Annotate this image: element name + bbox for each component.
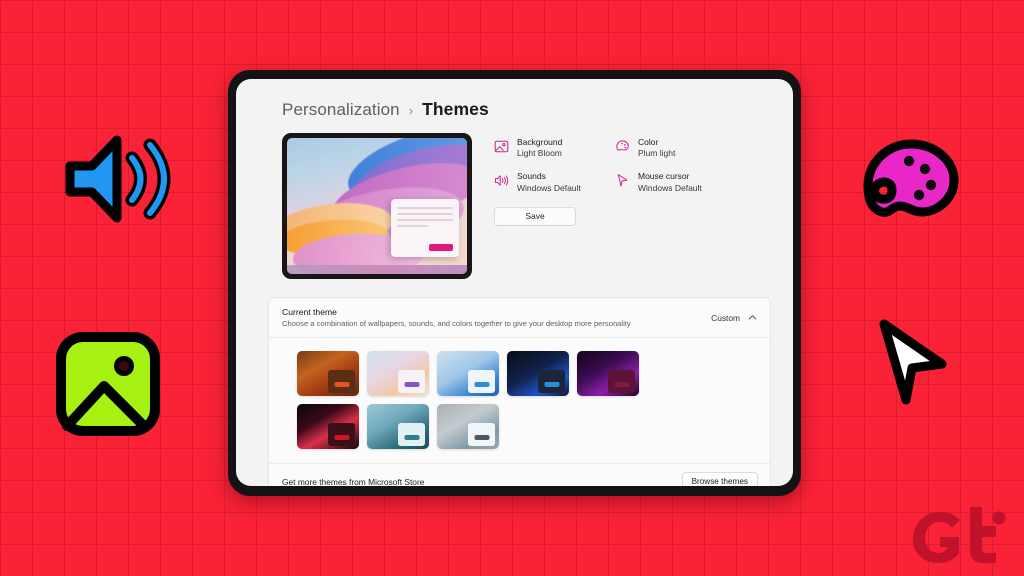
theme-selector-dropdown[interactable]: Custom — [711, 312, 758, 323]
property-value: Plum light — [638, 148, 676, 159]
speaker-icon — [495, 175, 509, 187]
preview-mock-window — [391, 199, 459, 257]
theme-thumb-captured[interactable] — [367, 404, 429, 449]
property-color[interactable]: Color Plum light — [615, 137, 730, 159]
thumbnail-mock-window — [398, 370, 425, 393]
card-subtitle: Choose a combination of wallpapers, soun… — [282, 319, 631, 328]
image-icon — [494, 140, 509, 153]
device-screen: Personalization › Themes Background Ligh… — [236, 79, 793, 486]
chevron-up-icon — [748, 315, 757, 320]
property-sounds[interactable]: Sounds Windows Default — [494, 171, 609, 193]
theme-thumb-autumn[interactable] — [297, 351, 359, 396]
property-title: Color — [638, 137, 659, 147]
current-theme-footer: Get more themes from Microsoft Store Bro… — [269, 463, 770, 486]
property-value: Windows Default — [517, 182, 581, 193]
theme-thumb-glow[interactable] — [577, 351, 639, 396]
theme-thumb-light-bloom[interactable] — [367, 351, 429, 396]
device-frame: Personalization › Themes Background Ligh… — [228, 70, 801, 496]
thumbnail-accent-pill — [334, 435, 349, 440]
thumbnail-mock-window — [468, 423, 495, 446]
speaker-icon — [65, 135, 171, 223]
thumbnail-mock-window — [328, 370, 355, 393]
cursor-icon — [617, 174, 628, 188]
property-title: Mouse cursor — [638, 171, 690, 182]
property-background[interactable]: Background Light Bloom — [494, 137, 609, 159]
theme-preview-monitor — [282, 133, 472, 279]
thumbnail-accent-pill — [544, 382, 559, 387]
save-button[interactable]: Save — [494, 206, 576, 226]
theme-summary-section: Background Light Bloom Color Plum light … — [282, 133, 771, 279]
property-mouse-cursor[interactable]: Mouse cursor Windows Default — [615, 171, 730, 193]
property-title: Sounds — [517, 171, 546, 182]
theme-thumb-wave[interactable] — [437, 404, 499, 449]
property-value: Light Bloom — [517, 148, 562, 159]
selected-theme-value: Custom — [711, 312, 740, 323]
card-title: Current theme — [282, 307, 337, 317]
thumbnail-accent-pill — [474, 382, 489, 387]
theme-thumb-windows-light[interactable] — [437, 351, 499, 396]
thumbnail-mock-window — [328, 423, 355, 446]
thumbnail-mock-window — [468, 370, 495, 393]
preview-accent-swatch — [429, 244, 453, 251]
cursor-icon — [879, 319, 947, 405]
thumbnail-accent-pill — [474, 435, 489, 440]
breadcrumb: Personalization › Themes — [282, 99, 771, 120]
theme-properties-grid: Background Light Bloom Color Plum light … — [494, 133, 730, 226]
thumbnail-accent-pill — [334, 382, 349, 387]
thumbnail-mock-window — [538, 370, 565, 393]
current-theme-header: Current theme Choose a combination of wa… — [269, 298, 770, 338]
theme-thumb-windows-dark[interactable] — [507, 351, 569, 396]
browse-themes-button[interactable]: Browse themes — [681, 472, 758, 486]
thumbnail-accent-pill — [614, 382, 629, 387]
theme-thumb-flow[interactable] — [297, 404, 359, 449]
current-theme-card: Current theme Choose a combination of wa… — [268, 297, 771, 486]
preview-wallpaper — [287, 138, 467, 274]
property-value: Windows Default — [638, 182, 702, 193]
preview-taskbar — [287, 265, 467, 274]
screenshot-stage: Personalization › Themes Background Ligh… — [0, 0, 1024, 576]
thumbnail-accent-pill — [404, 435, 419, 440]
image-icon — [56, 332, 160, 436]
gt-watermark-logo — [913, 507, 1006, 563]
thumbnail-mock-window — [608, 370, 635, 393]
breadcrumb-separator: › — [408, 103, 414, 118]
page-title: Themes — [422, 99, 489, 119]
property-title: Background — [517, 137, 563, 147]
thumbnail-accent-pill — [404, 382, 419, 387]
theme-thumbnail-grid — [269, 338, 709, 463]
thumbnail-mock-window — [398, 423, 425, 446]
palette-icon — [616, 140, 629, 151]
store-hint-label: Get more themes from Microsoft Store — [282, 476, 425, 487]
breadcrumb-personalization[interactable]: Personalization — [282, 100, 400, 120]
palette-icon — [863, 139, 959, 217]
